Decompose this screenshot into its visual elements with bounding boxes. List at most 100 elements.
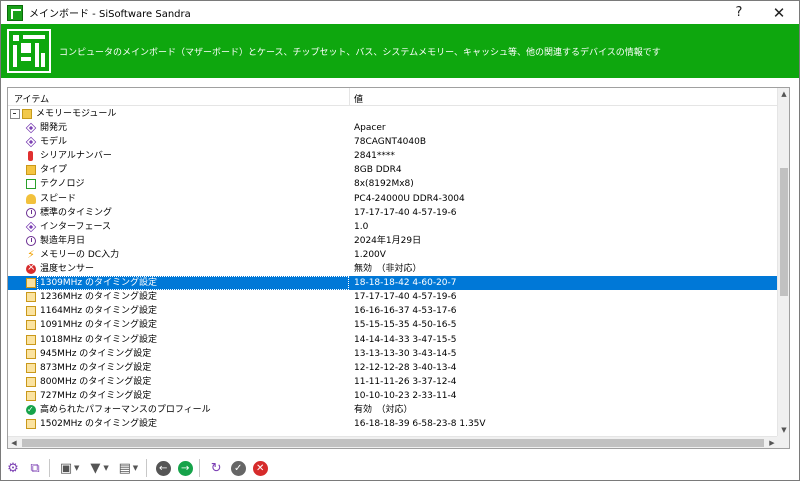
cancel-icon[interactable]: ✕ (250, 458, 270, 478)
bolt-icon: ⚡ (27, 247, 35, 261)
list-item[interactable]: タイプ 8GB DDR4 (8, 163, 778, 177)
list-item[interactable]: スピード PC4-24000U DDR4-3004 (8, 192, 778, 206)
list-item[interactable]: ⚡ メモリーの DC入力 1.200V (8, 248, 778, 262)
item-label: シリアルナンバー (40, 151, 112, 162)
vertical-scroll-thumb[interactable] (780, 168, 788, 296)
item-value: 18-18-18-42 4-60-20-7 (354, 278, 457, 289)
list-item[interactable]: インターフェース 1.0 (8, 220, 778, 234)
save-icon[interactable]: ▣ (56, 458, 76, 478)
collapse-icon[interactable] (10, 109, 20, 119)
horizontal-scrollbar[interactable]: ◀ ▶ (8, 436, 778, 448)
timing-icon (26, 306, 36, 317)
item-label: タイプ (40, 165, 68, 176)
filter-dropdown-icon[interactable]: ▼ (103, 464, 108, 472)
item-value: 2841**** (354, 151, 395, 162)
item-value: 8GB DDR4 (354, 165, 402, 176)
item-value: 10-10-10-23 2-33-11-4 (354, 390, 457, 401)
copy-icon[interactable]: ⧉ (25, 458, 45, 478)
clock-icon (26, 207, 36, 218)
chart-dropdown-icon[interactable]: ▼ (133, 464, 138, 472)
info-list[interactable]: アイテム 値 メモリーモジュール開発元 Apacer モデル 78CAGNT4040B… (7, 87, 790, 449)
options-gear-icon[interactable]: ⚙ (3, 458, 23, 478)
diamond-icon (25, 122, 37, 134)
folder-icon (22, 109, 32, 119)
item-label: 開発元 (40, 123, 68, 134)
item-label: 標準のタイミング (40, 207, 113, 218)
column-divider[interactable] (349, 88, 350, 106)
item-value: 15-15-15-35 4-50-16-5 (354, 320, 457, 331)
item-value: 有効 （対応） (354, 404, 413, 415)
column-header-value[interactable]: 値 (354, 92, 363, 105)
thermometer-icon (28, 151, 33, 162)
item-label: 1502MHz のタイミング設定 (40, 419, 158, 430)
item-label: 製造年月日 (40, 235, 86, 246)
list-item[interactable]: 1236MHz のタイミング設定 17-17-17-40 4-57-19-6 (8, 290, 778, 304)
banner-description: コンピュータのメインボード（マザーボード）とケース、チップセット、バス、システム… (59, 47, 661, 58)
list-item[interactable]: モデル 78CAGNT4040B (8, 135, 778, 149)
horizontal-scroll-thumb[interactable] (22, 439, 764, 447)
item-value: 17-17-17-40 4-57-19-6 (354, 292, 457, 303)
list-item[interactable]: 高められたパフォーマンスのプロフィール 有効 （対応） (8, 403, 778, 417)
item-label: 高められたパフォーマンスのプロフィール (40, 404, 211, 415)
list-item[interactable]: 温度センサー 無効 （非対応） (8, 261, 778, 276)
help-button[interactable]: ? (719, 1, 759, 24)
title-bar: メインボード - SiSoftware Sandra ? ✕ (1, 1, 799, 24)
scrollbar-corner (777, 436, 789, 448)
item-value: 11-11-11-26 3-37-12-4 (354, 376, 457, 387)
item-label: 727MHz のタイミング設定 (40, 390, 152, 401)
item-value: 16-16-16-37 4-53-17-6 (354, 306, 457, 317)
item-label: 873MHz のタイミング設定 (40, 362, 152, 373)
list-item[interactable]: 開発元 Apacer (8, 121, 778, 135)
item-value: PC4-24000U DDR4-3004 (354, 193, 465, 204)
bottom-toolbar: ⚙ ⧉ ▣ ▼ ▼ ▼ ▤ ▼ ← → ↻ ✓ ✕ (1, 456, 799, 480)
toolbar-separator (199, 459, 201, 477)
list-item[interactable]: 1502MHz のタイミング設定 16-18-18-39 6-58-23-8 1.… (8, 417, 778, 431)
list-item[interactable]: 727MHz のタイミング設定 10-10-10-23 2-33-11-4 (8, 389, 778, 403)
timing-icon (26, 390, 36, 401)
close-button[interactable]: ✕ (759, 1, 799, 24)
list-item[interactable]: 標準のタイミング 17-17-17-40 4-57-19-6 (8, 206, 778, 220)
item-label: メモリーモジュール (36, 109, 117, 119)
save-dropdown-icon[interactable]: ▼ (74, 464, 79, 472)
list-item[interactable]: 製造年月日 2024年1月29日 (8, 234, 778, 248)
list-item[interactable]: 800MHz のタイミング設定 11-11-11-26 3-37-12-4 (8, 375, 778, 389)
list-item[interactable]: メモリーモジュール (8, 107, 778, 121)
vertical-scrollbar[interactable]: ▲ ▼ (777, 88, 789, 436)
ok-icon[interactable]: ✓ (228, 458, 248, 478)
item-label: メモリーの DC入力 (40, 249, 120, 260)
list-item[interactable]: 1164MHz のタイミング設定 16-16-16-37 4-53-17-6 (8, 304, 778, 318)
window-title: メインボード - SiSoftware Sandra (29, 9, 191, 20)
back-icon[interactable]: ← (153, 458, 173, 478)
scroll-left-icon[interactable]: ◀ (8, 437, 20, 449)
item-label: インターフェース (40, 221, 112, 232)
column-header-item[interactable]: アイテム (14, 92, 49, 105)
item-value: 8x(8192Mx8) (354, 179, 414, 190)
timing-icon (26, 419, 36, 430)
timing-icon (26, 362, 36, 373)
forward-icon[interactable]: → (175, 458, 195, 478)
scroll-up-icon[interactable]: ▲ (778, 88, 790, 100)
list-item[interactable]: 945MHz のタイミング設定 13-13-13-30 3-43-14-5 (8, 347, 778, 361)
list-item[interactable]: テクノロジ 8x(8192Mx8) (8, 177, 778, 191)
list-header: アイテム 値 (8, 88, 778, 106)
list-item[interactable]: 1091MHz のタイミング設定 15-15-15-35 4-50-16-5 (8, 318, 778, 332)
item-label: 800MHz のタイミング設定 (40, 376, 152, 387)
item-value: 16-18-18-39 6-58-23-8 1.35V (354, 419, 486, 430)
item-value: 2024年1月29日 (354, 235, 422, 246)
chart-icon[interactable]: ▤ (115, 458, 135, 478)
item-value: 1.0 (354, 221, 369, 232)
item-value: 17-17-17-40 4-57-19-6 (354, 207, 457, 218)
list-item[interactable]: 873MHz のタイミング設定 12-12-12-28 3-40-13-4 (8, 361, 778, 375)
scroll-down-icon[interactable]: ▼ (778, 424, 790, 436)
timing-icon (26, 292, 36, 303)
list-item[interactable]: シリアルナンバー 2841**** (8, 149, 778, 163)
item-label: 1236MHz のタイミング設定 (40, 292, 158, 303)
list-item[interactable]: 1309MHz のタイミング設定 18-18-18-42 4-60-20-7 (8, 276, 778, 291)
item-value: Apacer (354, 123, 386, 134)
filter-icon[interactable]: ▼ (85, 458, 105, 478)
list-item[interactable]: 1018MHz のタイミング設定 14-14-14-33 3-47-15-5 (8, 333, 778, 347)
item-label: スピード (40, 193, 77, 204)
item-value: 1.200V (354, 249, 386, 260)
refresh-icon[interactable]: ↻ (206, 458, 226, 478)
list-rows: メモリーモジュール 開発元 Apacer モデル 78CAGNT4040B シリアルナンバ… (8, 107, 778, 431)
